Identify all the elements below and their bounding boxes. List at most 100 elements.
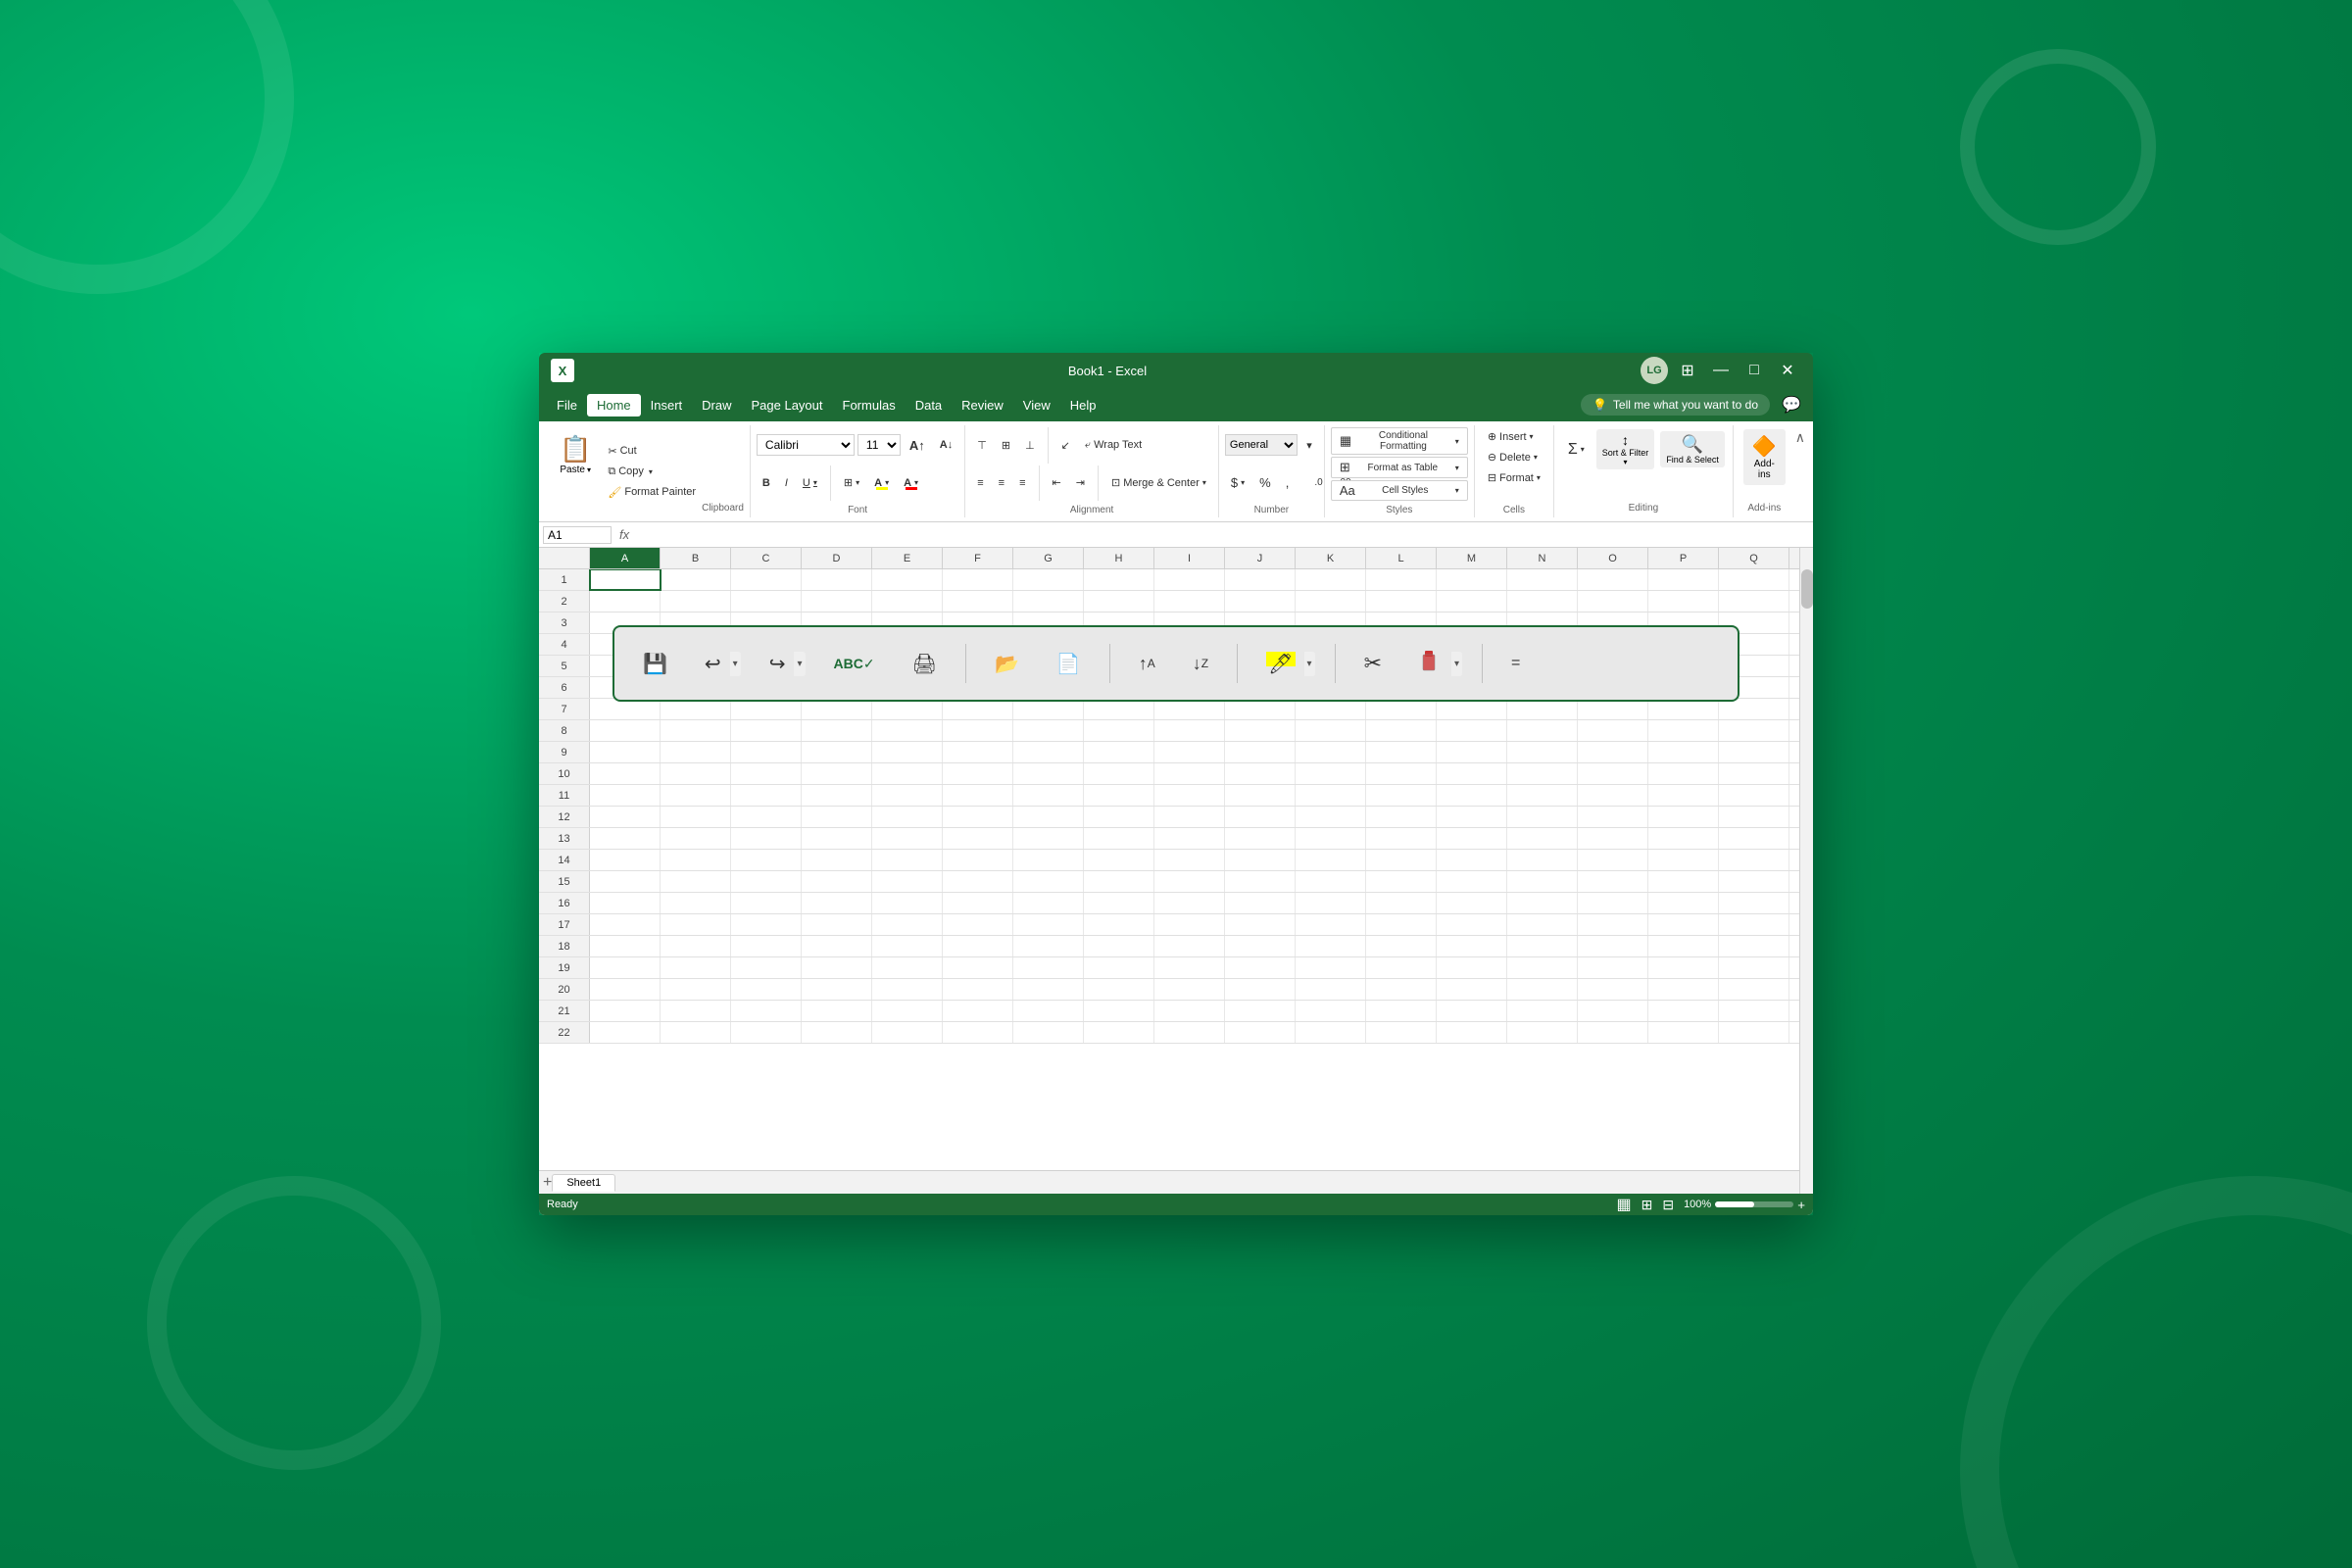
cell-M11[interactable] bbox=[1437, 785, 1507, 806]
cell-I11[interactable] bbox=[1154, 785, 1225, 806]
cell-N2[interactable] bbox=[1507, 591, 1578, 612]
row-number[interactable]: 12 bbox=[539, 807, 590, 827]
cell-P9[interactable] bbox=[1648, 742, 1719, 762]
cell-C17[interactable] bbox=[731, 914, 802, 935]
cell-J9[interactable] bbox=[1225, 742, 1296, 762]
cell-F20[interactable] bbox=[943, 979, 1013, 1000]
page-break-view-button[interactable]: ⊟ bbox=[1662, 1197, 1674, 1213]
cell-I15[interactable] bbox=[1154, 871, 1225, 892]
cell-K21[interactable] bbox=[1296, 1001, 1366, 1021]
col-header-L[interactable]: L bbox=[1366, 548, 1437, 568]
cell-O7[interactable] bbox=[1578, 699, 1648, 719]
cell-Q16[interactable] bbox=[1719, 893, 1789, 913]
menu-data[interactable]: Data bbox=[906, 394, 952, 416]
cell-N12[interactable] bbox=[1507, 807, 1578, 827]
cell-D1[interactable] bbox=[802, 569, 872, 590]
find-select-button[interactable]: 🔍 Find & Select bbox=[1660, 431, 1725, 467]
cell-H11[interactable] bbox=[1084, 785, 1154, 806]
format-painter-button[interactable]: 🖌 Format Painter bbox=[602, 483, 702, 502]
cell-A15[interactable] bbox=[590, 871, 661, 892]
cell-A16[interactable] bbox=[590, 893, 661, 913]
cell-D15[interactable] bbox=[802, 871, 872, 892]
cell-M18[interactable] bbox=[1437, 936, 1507, 956]
page-layout-view-button[interactable]: ⊞ bbox=[1642, 1197, 1653, 1213]
cell-C21[interactable] bbox=[731, 1001, 802, 1021]
cell-E8[interactable] bbox=[872, 720, 943, 741]
cell-K11[interactable] bbox=[1296, 785, 1366, 806]
col-header-K[interactable]: K bbox=[1296, 548, 1366, 568]
cell-M17[interactable] bbox=[1437, 914, 1507, 935]
cell-Q7[interactable] bbox=[1719, 699, 1789, 719]
cell-D10[interactable] bbox=[802, 763, 872, 784]
align-left-button[interactable]: ≡ bbox=[971, 474, 989, 492]
cell-E18[interactable] bbox=[872, 936, 943, 956]
cell-E16[interactable] bbox=[872, 893, 943, 913]
col-header-D[interactable]: D bbox=[802, 548, 872, 568]
cell-Q14[interactable] bbox=[1719, 850, 1789, 870]
cell-H16[interactable] bbox=[1084, 893, 1154, 913]
cell-M12[interactable] bbox=[1437, 807, 1507, 827]
row-number[interactable]: 6 bbox=[539, 677, 590, 698]
menu-help[interactable]: Help bbox=[1060, 394, 1106, 416]
cell-B1[interactable] bbox=[661, 569, 731, 590]
cell-P17[interactable] bbox=[1648, 914, 1719, 935]
cell-M7[interactable] bbox=[1437, 699, 1507, 719]
cell-J21[interactable] bbox=[1225, 1001, 1296, 1021]
cell-styles-button[interactable]: Aa Cell Styles ▾ bbox=[1331, 480, 1468, 501]
cell-A14[interactable] bbox=[590, 850, 661, 870]
cell-E14[interactable] bbox=[872, 850, 943, 870]
cell-B17[interactable] bbox=[661, 914, 731, 935]
cell-K12[interactable] bbox=[1296, 807, 1366, 827]
cell-P19[interactable] bbox=[1648, 957, 1719, 978]
cell-H2[interactable] bbox=[1084, 591, 1154, 612]
qat-sort-asc-button[interactable]: ↑ A bbox=[1130, 647, 1164, 681]
cell-M15[interactable] bbox=[1437, 871, 1507, 892]
cell-L19[interactable] bbox=[1366, 957, 1437, 978]
cell-O22[interactable] bbox=[1578, 1022, 1648, 1043]
cell-P8[interactable] bbox=[1648, 720, 1719, 741]
col-header-G[interactable]: G bbox=[1013, 548, 1084, 568]
cell-L17[interactable] bbox=[1366, 914, 1437, 935]
menu-draw[interactable]: Draw bbox=[692, 394, 741, 416]
cell-B15[interactable] bbox=[661, 871, 731, 892]
cell-O8[interactable] bbox=[1578, 720, 1648, 741]
cell-J14[interactable] bbox=[1225, 850, 1296, 870]
cell-E9[interactable] bbox=[872, 742, 943, 762]
cell-P11[interactable] bbox=[1648, 785, 1719, 806]
cell-D16[interactable] bbox=[802, 893, 872, 913]
cell-G9[interactable] bbox=[1013, 742, 1084, 762]
cell-N15[interactable] bbox=[1507, 871, 1578, 892]
number-format-arrow[interactable]: ▾ bbox=[1300, 436, 1318, 455]
menu-insert[interactable]: Insert bbox=[641, 394, 693, 416]
underline-button[interactable]: U ▾ bbox=[797, 474, 823, 492]
cell-G11[interactable] bbox=[1013, 785, 1084, 806]
cell-Q19[interactable] bbox=[1719, 957, 1789, 978]
row-number[interactable]: 15 bbox=[539, 871, 590, 892]
percent-button[interactable]: % bbox=[1253, 472, 1277, 493]
cell-A9[interactable] bbox=[590, 742, 661, 762]
text-direction-button[interactable]: ↙ bbox=[1055, 436, 1076, 455]
cell-P12[interactable] bbox=[1648, 807, 1719, 827]
cell-F21[interactable] bbox=[943, 1001, 1013, 1021]
cell-J8[interactable] bbox=[1225, 720, 1296, 741]
cell-A13[interactable] bbox=[590, 828, 661, 849]
cell-F10[interactable] bbox=[943, 763, 1013, 784]
cell-L21[interactable] bbox=[1366, 1001, 1437, 1021]
cell-M14[interactable] bbox=[1437, 850, 1507, 870]
zoom-in-button[interactable]: + bbox=[1797, 1198, 1805, 1212]
cell-F15[interactable] bbox=[943, 871, 1013, 892]
comma-button[interactable]: , bbox=[1280, 472, 1296, 493]
cell-M16[interactable] bbox=[1437, 893, 1507, 913]
paste-button[interactable]: 📋 Paste ▾ bbox=[555, 429, 596, 480]
cell-M20[interactable] bbox=[1437, 979, 1507, 1000]
row-number[interactable]: 21 bbox=[539, 1001, 590, 1021]
cell-Q21[interactable] bbox=[1719, 1001, 1789, 1021]
cell-K16[interactable] bbox=[1296, 893, 1366, 913]
cell-D11[interactable] bbox=[802, 785, 872, 806]
row-number[interactable]: 17 bbox=[539, 914, 590, 935]
cell-P18[interactable] bbox=[1648, 936, 1719, 956]
cell-H18[interactable] bbox=[1084, 936, 1154, 956]
cell-P21[interactable] bbox=[1648, 1001, 1719, 1021]
merge-center-button[interactable]: ⊡ Merge & Center ▾ bbox=[1105, 473, 1212, 492]
fill-color-button[interactable]: A ▾ bbox=[868, 474, 895, 492]
